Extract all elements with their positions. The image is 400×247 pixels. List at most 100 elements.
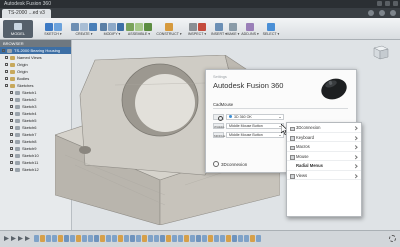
timeline-feature[interactable] — [118, 235, 123, 242]
timeline-feature[interactable] — [256, 235, 261, 242]
dialog-title: Autodesk Fusion 360 — [213, 81, 284, 90]
timeline-feature[interactable] — [208, 235, 213, 242]
expand-toggle-icon[interactable] — [10, 119, 13, 122]
timeline-settings-icon[interactable] — [389, 235, 396, 242]
expand-toggle-icon[interactable] — [5, 56, 8, 59]
device-label: CadMouse — [213, 102, 234, 107]
tool-add-ins[interactable]: ADD-INS ▾ — [240, 19, 260, 39]
expand-toggle-icon[interactable] — [10, 154, 13, 157]
close-icon[interactable] — [393, 1, 398, 6]
expand-toggle-icon[interactable] — [10, 168, 13, 171]
timeline-next-icon[interactable] — [25, 236, 30, 241]
timeline-feature[interactable] — [172, 235, 177, 242]
timeline-feature[interactable] — [220, 235, 225, 242]
timeline-feature[interactable] — [250, 235, 255, 242]
timeline-feature[interactable] — [112, 235, 117, 242]
timeline-feature[interactable] — [82, 235, 87, 242]
menu-item-keyboard[interactable]: Keyboard — [287, 133, 361, 142]
tool-glyph-icon — [126, 22, 134, 31]
expand-toggle-icon[interactable] — [10, 91, 13, 94]
expand-toggle-icon[interactable] — [5, 84, 8, 87]
tool-inspect[interactable]: INSPECT ▾ — [186, 19, 208, 39]
expand-toggle-icon[interactable] — [10, 140, 13, 143]
dialog-header: Settings Autodesk Fusion 360 — [206, 70, 356, 100]
timeline-feature[interactable] — [142, 235, 147, 242]
tool-make[interactable]: MAKE ▾ — [226, 19, 240, 39]
tool-construct[interactable]: CONSTRUCT ▾ — [154, 19, 184, 39]
tool-assemble[interactable]: ASSEMBLE ▾ — [126, 19, 152, 39]
viewcube[interactable] — [370, 44, 390, 60]
document-tab[interactable]: TS-2000 ...ed v3 — [2, 9, 51, 18]
timeline-feature[interactable] — [76, 235, 81, 242]
help-icon[interactable] — [390, 10, 396, 16]
timeline-feature[interactable] — [202, 235, 207, 242]
timeline-feature[interactable] — [160, 235, 165, 242]
timeline-feature[interactable] — [34, 235, 39, 242]
timeline-feature[interactable] — [64, 235, 69, 242]
timeline-feature[interactable] — [226, 235, 231, 242]
timeline-feature[interactable] — [106, 235, 111, 242]
notifications-icon[interactable] — [368, 10, 374, 16]
wheel-button-select[interactable]: Middle Mouse Button — [226, 122, 284, 129]
user-icon[interactable] — [379, 10, 385, 16]
timeline-feature[interactable] — [166, 235, 171, 242]
sketch-icon — [15, 139, 20, 144]
timeline-feature[interactable] — [244, 235, 249, 242]
expand-toggle-icon[interactable] — [5, 63, 8, 66]
workspace-switcher[interactable]: MODEL — [3, 20, 33, 38]
expand-toggle-icon[interactable] — [10, 133, 13, 136]
tool-create[interactable]: CREATE ▾ — [70, 19, 98, 39]
tab-bar: TS-2000 ...ed v3 — [0, 8, 400, 18]
top-button-select[interactable]: 3D 360 OK — [226, 113, 284, 120]
timeline-prev-icon[interactable] — [11, 236, 16, 241]
menu-item-mouse[interactable]: Mouse — [287, 152, 361, 161]
expand-toggle-icon[interactable] — [5, 70, 8, 73]
tool-sketch[interactable]: SKETCH ▾ — [38, 19, 68, 39]
tool-icon — [262, 21, 280, 32]
timeline-feature[interactable] — [40, 235, 45, 242]
timeline-feature[interactable] — [154, 235, 159, 242]
timeline-feature[interactable] — [184, 235, 189, 242]
expand-toggle-icon[interactable] — [2, 49, 5, 52]
menu-item-3dconnexion[interactable]: 3Dconnexion — [287, 123, 361, 133]
gear-icon[interactable] — [213, 113, 224, 121]
sketch-icon — [15, 153, 20, 158]
timeline-feature[interactable] — [52, 235, 57, 242]
timeline-feature[interactable] — [58, 235, 63, 242]
menu-item-views[interactable]: Views — [287, 171, 361, 180]
bore-inner — [135, 74, 195, 132]
tool-select[interactable]: SELECT ▾ — [262, 19, 280, 39]
expand-toggle-icon[interactable] — [10, 105, 13, 108]
timeline-feature[interactable] — [70, 235, 75, 242]
middle-button-select[interactable]: Middle Mouse Button — [226, 131, 284, 138]
timeline-play-icon[interactable] — [18, 236, 23, 241]
timeline-feature[interactable] — [136, 235, 141, 242]
timeline-feature[interactable] — [148, 235, 153, 242]
timeline-feature[interactable] — [196, 235, 201, 242]
browser-item-label: Sketch10 — [22, 153, 39, 158]
tool-modify[interactable]: MODIFY ▾ — [100, 19, 124, 39]
timeline-feature[interactable] — [214, 235, 219, 242]
timeline-feature[interactable] — [130, 235, 135, 242]
timeline-feature[interactable] — [232, 235, 237, 242]
timeline-feature[interactable] — [190, 235, 195, 242]
timeline-start-icon[interactable] — [4, 236, 9, 241]
menu-item-macros[interactable]: Macros — [287, 142, 361, 152]
timeline-feature[interactable] — [100, 235, 105, 242]
timeline-feature[interactable] — [46, 235, 51, 242]
timeline-feature[interactable] — [124, 235, 129, 242]
expand-toggle-icon[interactable] — [10, 126, 13, 129]
expand-toggle-icon[interactable] — [5, 77, 8, 80]
minimize-icon[interactable] — [377, 1, 382, 6]
expand-toggle-icon[interactable] — [10, 98, 13, 101]
maximize-icon[interactable] — [385, 1, 390, 6]
timeline-feature[interactable] — [238, 235, 243, 242]
expand-toggle-icon[interactable] — [10, 112, 13, 115]
browser-item[interactable]: TS-2000 Bearing Housing — [0, 47, 71, 54]
expand-toggle-icon[interactable] — [10, 147, 13, 150]
timeline-feature[interactable] — [178, 235, 183, 242]
timeline-feature[interactable] — [88, 235, 93, 242]
menu-item-radial-menus[interactable]: Radial Menus — [287, 161, 361, 171]
expand-toggle-icon[interactable] — [10, 161, 13, 164]
timeline-feature[interactable] — [94, 235, 99, 242]
